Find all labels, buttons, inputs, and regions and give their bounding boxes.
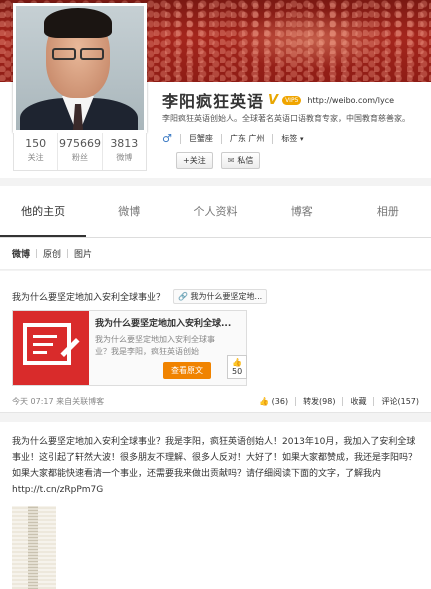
post-meta: 今天 07:17 来自关联博客 xyxy=(12,396,104,407)
post-short-link[interactable]: http://t.cn/zRpPm7G xyxy=(12,485,103,495)
link-icon: 🔗 xyxy=(178,292,188,301)
profile-stats: 150 关注 975669 粉丝 3813 微博 xyxy=(13,133,147,171)
post-text: 我为什么要坚定地加入安利全球事业？我是李阳，疯狂英语创始人！2013年10月，我… xyxy=(12,434,419,498)
stat-following-label: 关注 xyxy=(27,153,44,162)
mail-icon: ✉ xyxy=(227,156,235,165)
blog-card-desc-line: 业？我是李阳，疯狂英语创始 xyxy=(95,347,199,356)
like-count: (36) xyxy=(271,397,289,406)
follow-label: +关注 xyxy=(183,156,206,165)
avatar-glasses-left xyxy=(52,48,76,60)
favorite-button[interactable]: 收藏 xyxy=(350,396,366,407)
vip-badge[interactable]: VIP5 xyxy=(282,95,302,105)
repost-button[interactable]: 转发(98) xyxy=(303,396,335,407)
feed-filter: 微博 原创 图片 xyxy=(0,238,431,270)
tab-home[interactable]: 他的主页 xyxy=(0,186,87,237)
stat-fans[interactable]: 975669 粉丝 xyxy=(58,133,103,170)
post-time[interactable]: 今天 07:17 xyxy=(12,397,54,406)
male-icon: ♂ xyxy=(162,132,172,145)
read-original-button[interactable]: 查看原文 xyxy=(163,362,211,379)
stat-following[interactable]: 150 关注 xyxy=(14,133,59,170)
post-actions: 👍 (36) 转发(98) 收藏 评论(157) xyxy=(259,396,419,407)
divider xyxy=(272,133,274,144)
message-label: 私信 xyxy=(237,156,254,165)
stat-weibo-label: 微博 xyxy=(116,153,133,162)
blog-thumbnail xyxy=(13,311,89,385)
filter-images[interactable]: 图片 xyxy=(68,247,98,260)
blog-card-title[interactable]: 我为什么要坚定地加入安利全球... xyxy=(95,316,240,329)
post-text: 我为什么要坚定地加入安利全球事业？ xyxy=(12,293,166,303)
profile-name: 李阳疯狂英语 xyxy=(162,92,265,111)
stat-fans-label: 粉丝 xyxy=(71,153,88,162)
blog-preview-card[interactable]: 我为什么要坚定地加入安利全球... 我为什么要坚定地加入安利全球事 业？我是李阳… xyxy=(12,310,248,386)
avatar-glasses-right xyxy=(80,48,104,60)
feed-post: 我为什么要坚定地加入安利全球事业？ 🔗 我为什么要坚定地... 我为什么要坚定地… xyxy=(0,271,431,413)
post-image-stripe xyxy=(28,506,38,589)
tags-dropdown[interactable]: 标签 ▾ xyxy=(281,133,303,144)
filter-original[interactable]: 原创 xyxy=(37,247,67,260)
post-text-row: 我为什么要坚定地加入安利全球事业？ 🔗 我为什么要坚定地... xyxy=(12,289,419,304)
like-button[interactable]: 👍 (36) xyxy=(259,397,288,406)
constellation[interactable]: 巨蟹座 xyxy=(189,133,213,144)
blog-thumbnail-line xyxy=(33,351,47,354)
thumbs-up-icon: 👍 xyxy=(259,397,270,406)
post-link-chip-label: 我为什么要坚定地... xyxy=(190,292,263,301)
blog-card-desc: 我为什么要坚定地加入安利全球事 业？我是李阳，疯狂英语创始 xyxy=(95,334,240,358)
tab-album[interactable]: 相册 xyxy=(345,186,431,237)
divider xyxy=(342,397,344,406)
divider xyxy=(179,133,181,144)
blog-card-body: 我为什么要坚定地加入安利全球... 我为什么要坚定地加入安利全球事 业？我是李阳… xyxy=(89,311,248,385)
divider xyxy=(373,397,375,406)
post-body: 我为什么要坚定地加入安利全球事业？我是李阳，疯狂英语创始人！2013年10月，我… xyxy=(12,437,418,479)
divider xyxy=(295,397,297,406)
blog-thumbnail-line xyxy=(33,343,53,346)
tab-weibo[interactable]: 微博 xyxy=(86,186,172,237)
profile-site-link[interactable]: http://weibo.com/lyce xyxy=(307,96,394,105)
filter-all[interactable]: 微博 xyxy=(12,247,36,260)
follow-button[interactable]: +关注 xyxy=(176,152,213,169)
avatar-hair xyxy=(44,8,112,38)
stat-fans-value: 975669 xyxy=(58,137,101,150)
profile-action-buttons: +关注 ✉ 私信 xyxy=(176,152,261,169)
profile-tabs: 他的主页 微博 个人资料 博客 相册 xyxy=(0,186,431,238)
message-button[interactable]: ✉ 私信 xyxy=(220,152,261,169)
banner-glow xyxy=(231,10,391,70)
post-image[interactable] xyxy=(12,506,56,589)
post-source[interactable]: 来自关联博客 xyxy=(56,397,104,406)
profile-info-row: ♂ 巨蟹座 广东 广州 标签 ▾ xyxy=(162,132,303,145)
verified-v-icon[interactable]: V xyxy=(268,93,278,108)
tab-blog[interactable]: 博客 xyxy=(259,186,345,237)
caret-down-icon: ▾ xyxy=(299,135,304,143)
blog-card-desc-line: 我为什么要坚定地加入安利全球事 xyxy=(95,335,215,344)
tags-label: 标签 xyxy=(281,134,298,143)
feed-post: 我为什么要坚定地加入安利全球事业？我是李阳，疯狂英语创始人！2013年10月，我… xyxy=(0,422,431,589)
card-like-count: 50 xyxy=(232,367,243,376)
stat-following-value: 150 xyxy=(25,137,47,150)
card-like-button[interactable]: 👍 50 xyxy=(227,355,248,379)
post-meta-row: 今天 07:17 来自关联博客 👍 (36) 转发(98) 收藏 评论(157) xyxy=(12,396,419,407)
profile-name-row: 李阳疯狂英语 V VIP5 http://weibo.com/lyce xyxy=(162,88,394,112)
tab-profile[interactable]: 个人资料 xyxy=(172,186,258,237)
avatar[interactable] xyxy=(13,3,147,133)
stat-weibo[interactable]: 3813 微博 xyxy=(103,133,146,170)
thumbs-up-icon: 👍 xyxy=(232,358,242,367)
profile-bio: 李阳疯狂英语创始人。全球著名英语口语教育专家，中国教育慈善家。 xyxy=(162,114,410,123)
comment-button[interactable]: 评论(157) xyxy=(381,396,419,407)
post-link-chip[interactable]: 🔗 我为什么要坚定地... xyxy=(173,289,268,304)
blog-thumbnail-line xyxy=(33,335,57,338)
stat-weibo-value: 3813 xyxy=(110,137,139,150)
divider xyxy=(220,133,222,144)
location[interactable]: 广东 广州 xyxy=(230,133,265,144)
